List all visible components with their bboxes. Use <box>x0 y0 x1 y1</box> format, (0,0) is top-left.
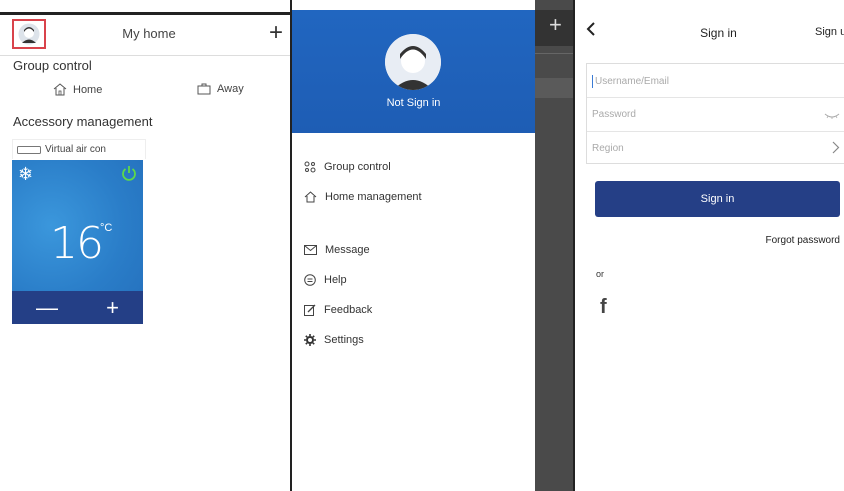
chevron-right-icon[interactable] <box>832 141 840 159</box>
increase-temp-button[interactable]: + <box>106 295 119 321</box>
temperature-unit: °C <box>100 222 113 234</box>
menu-item-feedback[interactable]: Feedback <box>304 304 372 316</box>
avatar-icon <box>385 34 441 90</box>
or-label: or <box>596 269 605 279</box>
snowflake-icon: ❄ <box>18 164 34 184</box>
region-select[interactable]: Region <box>592 143 624 154</box>
mail-icon <box>304 245 317 255</box>
divider <box>587 131 844 132</box>
panel-divider <box>573 0 575 491</box>
air-conditioner-icon <box>17 145 41 154</box>
house-icon <box>304 191 317 203</box>
page-title: Sign in <box>700 26 737 40</box>
sign-in-form: Username/Email Password Region <box>586 63 844 164</box>
device-name-row[interactable]: Virtual air con <box>12 139 146 159</box>
password-input[interactable]: Password <box>592 109 636 120</box>
away-mode-button[interactable]: Away <box>197 83 244 95</box>
home-mode-label: Home <box>73 83 103 96</box>
away-mode-label: Away <box>217 83 244 95</box>
group-icon <box>304 161 316 173</box>
drawer-header: Not Sign in <box>292 10 535 133</box>
add-device-button[interactable]: + <box>269 19 283 47</box>
text-cursor <box>592 75 593 88</box>
menu-item-label: Feedback <box>324 304 373 316</box>
ac-controls: — + <box>12 291 143 324</box>
dimmed-background[interactable]: + <box>535 0 573 491</box>
avatar-button[interactable] <box>12 19 46 49</box>
divider <box>587 97 844 98</box>
temperature-value: 16 <box>50 218 104 269</box>
facebook-icon[interactable]: f <box>600 296 607 319</box>
menu-item-help[interactable]: Help <box>304 274 347 286</box>
gear-icon <box>304 334 316 346</box>
menu-item-group-control[interactable]: Group control <box>304 161 391 173</box>
group-control-label: Group control <box>13 58 92 73</box>
menu-item-label: Group control <box>324 161 391 173</box>
house-icon <box>53 83 67 96</box>
sign-in-status[interactable]: Not Sign in <box>292 97 535 109</box>
menu-item-message[interactable]: Message <box>304 244 370 256</box>
menu-item-label: Message <box>325 244 370 256</box>
avatar-icon <box>18 23 40 45</box>
home-header: My home + <box>0 15 290 56</box>
device-name: Virtual air con <box>45 144 106 155</box>
username-input[interactable]: Username/Email <box>595 76 669 87</box>
eye-closed-icon[interactable] <box>824 107 840 125</box>
accessory-management-label: Accessory management <box>13 114 153 129</box>
menu-item-home-management[interactable]: Home management <box>304 191 422 203</box>
side-drawer-screen: Not Sign in Group control Home managemen… <box>292 0 573 491</box>
menu-item-label: Settings <box>324 334 364 346</box>
sign-in-button[interactable]: Sign in <box>595 181 840 217</box>
menu-item-label: Help <box>324 274 347 286</box>
sign-in-screen: Sign in Sign u Username/Email Password R… <box>576 0 844 491</box>
menu-item-settings[interactable]: Settings <box>304 334 364 346</box>
divider <box>535 53 573 54</box>
power-icon[interactable] <box>121 165 137 186</box>
forgot-password-link[interactable]: Forgot password <box>766 235 840 246</box>
sign-up-link[interactable]: Sign u <box>815 26 844 38</box>
help-icon <box>304 274 316 286</box>
suitcase-icon <box>197 83 211 95</box>
menu-item-label: Home management <box>325 191 422 203</box>
dimmed-row <box>535 78 573 98</box>
ac-control-card[interactable]: ❄ 16 °C — + <box>12 160 143 324</box>
feedback-icon <box>304 304 316 316</box>
plus-icon: + <box>549 12 562 37</box>
home-mode-button[interactable]: Home <box>53 83 102 96</box>
home-screen: My home + Group control Home Away Access… <box>0 0 290 491</box>
drawer-avatar[interactable] <box>385 34 441 90</box>
decrease-temp-button[interactable]: — <box>36 295 58 321</box>
drawer-menu: Group control Home management Message He… <box>292 133 535 491</box>
